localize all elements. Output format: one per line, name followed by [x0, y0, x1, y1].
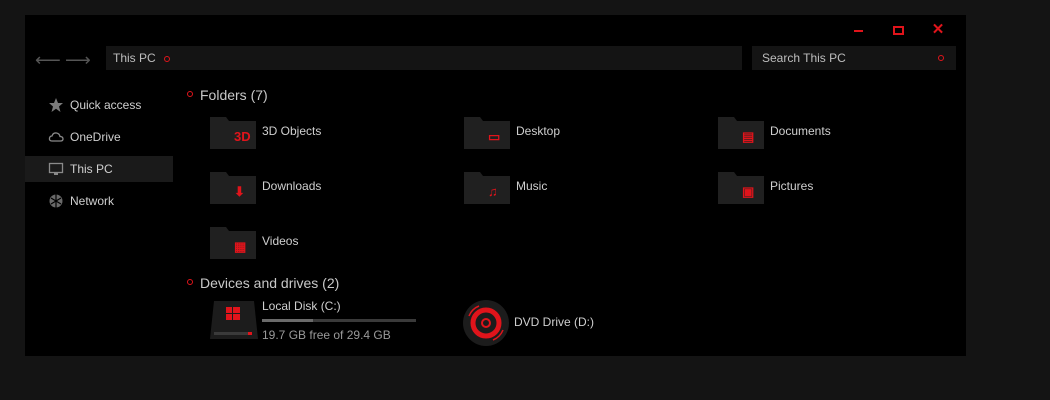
folder-desktop[interactable]: ▭ Desktop [464, 115, 704, 155]
folder-icon [718, 117, 764, 149]
folders-section-header[interactable]: Folders (7) [187, 87, 268, 103]
search-icon[interactable] [938, 55, 944, 61]
folder-label: Pictures [770, 179, 814, 193]
folder-icon [210, 227, 256, 259]
maximize-button[interactable] [888, 23, 908, 37]
download-arrow-icon: ⬇ [234, 184, 245, 199]
document-icon: ▤ [742, 129, 755, 144]
picture-icon: ▣ [742, 184, 755, 199]
address-dropdown-icon[interactable] [163, 55, 170, 62]
drive-free-space: 19.7 GB free of 29.4 GB [262, 328, 391, 342]
music-note-icon: ♫ [488, 184, 498, 199]
forward-arrow-icon[interactable]: ⟶ [65, 51, 91, 69]
network-icon [49, 194, 63, 208]
folders-title: Folders (7) [200, 87, 268, 103]
drive-dvd-d[interactable]: DVD Drive (D:) [462, 299, 662, 347]
folder-label: Music [516, 179, 548, 193]
drive-label: Local Disk (C:) [262, 299, 341, 313]
folder-videos[interactable]: ▦ Videos [210, 225, 450, 265]
folder-icon [210, 172, 256, 204]
folder-label: Downloads [262, 179, 322, 193]
back-arrow-icon[interactable]: ⟵ [35, 51, 61, 69]
address-text: This PC [113, 51, 156, 65]
drive-local-disk-c[interactable]: Local Disk (C:) 19.7 GB free of 29.4 GB [210, 299, 450, 347]
sidebar-item-quick-access[interactable]: Quick access [25, 92, 173, 118]
file-explorer-window: ✕ ⟵ ⟶ This PC Search This PC Quick acces… [25, 15, 966, 356]
sidebar-item-label: OneDrive [70, 130, 121, 144]
folder-music[interactable]: ♫ Music [464, 170, 704, 210]
windows-drive-icon [210, 301, 258, 339]
folder-icon [718, 172, 764, 204]
sidebar-item-onedrive[interactable]: OneDrive [25, 124, 173, 150]
folder-icon [464, 172, 510, 204]
dvd-disc-icon [463, 300, 509, 346]
disk-usage-fill [262, 319, 313, 322]
collapse-icon[interactable] [187, 279, 193, 286]
drives-section-header[interactable]: Devices and drives (2) [187, 275, 339, 291]
sidebar-item-label: Quick access [70, 98, 142, 112]
collapse-icon[interactable] [187, 91, 193, 98]
search-placeholder: Search This PC [762, 51, 846, 65]
folder-icon [464, 117, 510, 149]
desktop-icon: ▭ [488, 129, 501, 144]
folder-label: Desktop [516, 124, 561, 138]
monitor-icon [48, 162, 64, 175]
address-bar[interactable]: This PC [106, 46, 742, 70]
sidebar-item-network[interactable]: Network [25, 188, 173, 214]
folder-label: Videos [262, 234, 299, 248]
folder-downloads[interactable]: ⬇ Downloads [210, 170, 450, 210]
drive-label: DVD Drive (D:) [514, 315, 594, 329]
close-button[interactable]: ✕ [928, 22, 948, 37]
folder-pictures[interactable]: ▣ Pictures [718, 170, 958, 210]
sidebar-item-label: Network [70, 194, 115, 208]
cloud-icon [48, 132, 64, 142]
star-icon [49, 98, 63, 112]
drives-title: Devices and drives (2) [200, 275, 340, 291]
search-input[interactable]: Search This PC [752, 46, 956, 70]
folder-label: 3D Objects [262, 124, 322, 138]
minimize-button[interactable] [849, 23, 869, 37]
navigation-pane: Quick access OneDrive This PC Network [25, 92, 173, 220]
sidebar-item-label: This PC [70, 162, 113, 176]
film-icon: ▦ [234, 239, 247, 254]
3d-objects-icon: 3D [234, 129, 251, 144]
folder-label: Documents [770, 124, 831, 138]
sidebar-item-this-pc[interactable]: This PC [25, 156, 173, 182]
disk-usage-bar [262, 319, 416, 322]
folder-documents[interactable]: ▤ Documents [718, 115, 958, 155]
folder-3d-objects[interactable]: 3D 3D Objects [210, 115, 450, 155]
